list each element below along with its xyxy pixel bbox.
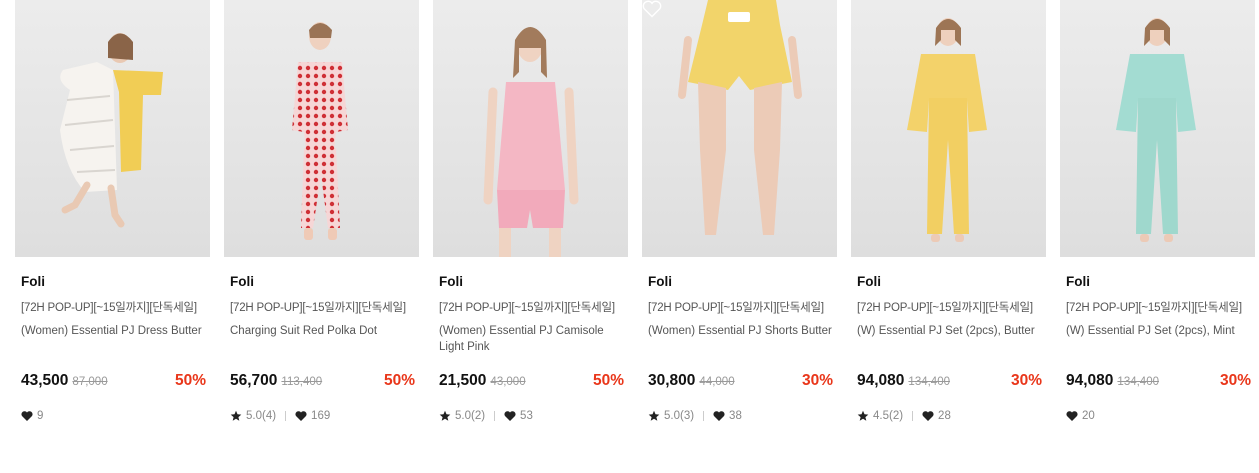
product-brand[interactable]: Foli — [433, 274, 628, 290]
original-price: 134,400 — [908, 376, 950, 388]
product-name[interactable]: (Women) Essential PJ Shorts Butter — [642, 323, 837, 359]
product-name[interactable]: (Women) Essential PJ Dress Butter — [15, 323, 210, 359]
heart-icon — [295, 411, 307, 421]
product-brand[interactable]: Foli — [224, 274, 419, 290]
sale-price: 56,700 — [230, 372, 278, 389]
product-meta: 9 — [21, 408, 43, 424]
divider — [912, 411, 914, 421]
product-card[interactable]: Foli [72H POP-UP][~15일까지][단독세일] (Women) … — [642, 0, 837, 422]
product-image[interactable] — [1060, 0, 1255, 257]
star-icon — [439, 410, 451, 421]
divider — [494, 411, 496, 421]
rating: 5.0(3) — [664, 410, 695, 422]
price-row: 30,800 44,000 30% — [648, 372, 833, 394]
product-card[interactable]: Foli [72H POP-UP][~15일까지][단독세일] (W) Esse… — [851, 0, 1046, 422]
discount-rate: 50% — [174, 372, 206, 389]
divider — [285, 411, 287, 421]
product-card[interactable]: Foli [72H POP-UP][~15일까지][단독세일] (W) Esse… — [1060, 0, 1255, 422]
discount-rate: 50% — [592, 372, 624, 389]
product-grid: Foli [72H POP-UP][~15일까지][단독세일] (Women) … — [15, 0, 1255, 422]
price-row: 56,700 113,400 50% — [230, 372, 415, 394]
product-meta: 5.0(2) 53 — [439, 408, 533, 424]
discount-rate: 30% — [1219, 372, 1251, 389]
sale-price: 43,500 — [21, 372, 69, 389]
heart-icon — [1066, 411, 1078, 421]
sale-price: 94,080 — [857, 372, 905, 389]
product-image[interactable] — [851, 0, 1046, 257]
heart-outline-icon[interactable] — [642, 0, 662, 18]
original-price: 44,000 — [699, 376, 735, 388]
price-row: 21,500 43,000 50% — [439, 372, 624, 394]
price-row: 94,080 134,400 30% — [1066, 372, 1251, 394]
like-count: 38 — [729, 410, 742, 422]
discount-rate: 30% — [1010, 372, 1042, 389]
like-count: 9 — [37, 410, 44, 422]
original-price: 87,000 — [72, 376, 108, 388]
star-icon — [230, 410, 242, 421]
product-meta: 20 — [1066, 408, 1095, 424]
product-promo-tag[interactable]: [72H POP-UP][~15일까지][단독세일] — [1060, 299, 1255, 314]
product-image[interactable] — [642, 0, 837, 257]
rating: 5.0(2) — [455, 410, 486, 422]
product-brand[interactable]: Foli — [642, 274, 837, 290]
product-promo-tag[interactable]: [72H POP-UP][~15일까지][단독세일] — [224, 299, 419, 314]
product-brand[interactable]: Foli — [851, 274, 1046, 290]
heart-icon — [922, 411, 934, 421]
rating: 5.0(4) — [246, 410, 277, 422]
product-image[interactable] — [433, 0, 628, 257]
product-meta: 4.5(2) 28 — [857, 408, 951, 424]
star-icon — [857, 410, 869, 421]
product-name[interactable]: (Women) Essential PJ Camisole Light Pink — [433, 323, 628, 359]
like-count: 28 — [938, 410, 951, 422]
product-name[interactable]: (W) Essential PJ Set (2pcs), Mint — [1060, 323, 1255, 359]
star-icon — [648, 410, 660, 421]
heart-icon — [504, 411, 516, 421]
sale-price: 21,500 — [439, 372, 487, 389]
product-card[interactable]: Foli [72H POP-UP][~15일까지][단독세일] (Women) … — [433, 0, 628, 422]
discount-rate: 30% — [801, 372, 833, 389]
product-meta: 5.0(4) 169 — [230, 408, 330, 424]
product-promo-tag[interactable]: [72H POP-UP][~15일까지][단독세일] — [642, 299, 837, 314]
heart-icon — [21, 411, 33, 421]
heart-icon — [713, 411, 725, 421]
product-promo-tag[interactable]: [72H POP-UP][~15일까지][단독세일] — [15, 299, 210, 314]
original-price: 134,400 — [1117, 376, 1159, 388]
original-price: 43,000 — [490, 376, 526, 388]
rating: 4.5(2) — [873, 410, 904, 422]
price-row: 94,080 134,400 30% — [857, 372, 1042, 394]
product-brand[interactable]: Foli — [1060, 274, 1255, 290]
product-image[interactable] — [224, 0, 419, 257]
product-promo-tag[interactable]: [72H POP-UP][~15일까지][단독세일] — [433, 299, 628, 314]
like-count: 53 — [520, 410, 533, 422]
discount-rate: 50% — [383, 372, 415, 389]
divider — [703, 411, 705, 421]
like-count: 20 — [1082, 410, 1095, 422]
price-row: 43,500 87,000 50% — [21, 372, 206, 394]
product-card[interactable]: Foli [72H POP-UP][~15일까지][단독세일] Charging… — [224, 0, 419, 422]
sale-price: 94,080 — [1066, 372, 1114, 389]
product-name[interactable]: Charging Suit Red Polka Dot — [224, 323, 419, 359]
product-image[interactable] — [15, 0, 210, 257]
sale-price: 30,800 — [648, 372, 696, 389]
product-card[interactable]: Foli [72H POP-UP][~15일까지][단독세일] (Women) … — [15, 0, 210, 422]
original-price: 113,400 — [281, 376, 323, 388]
product-meta: 5.0(3) 38 — [648, 408, 742, 424]
product-name[interactable]: (W) Essential PJ Set (2pcs), Butter — [851, 323, 1046, 359]
product-brand[interactable]: Foli — [15, 274, 210, 290]
like-count: 169 — [311, 410, 331, 422]
product-promo-tag[interactable]: [72H POP-UP][~15일까지][단독세일] — [851, 299, 1046, 314]
